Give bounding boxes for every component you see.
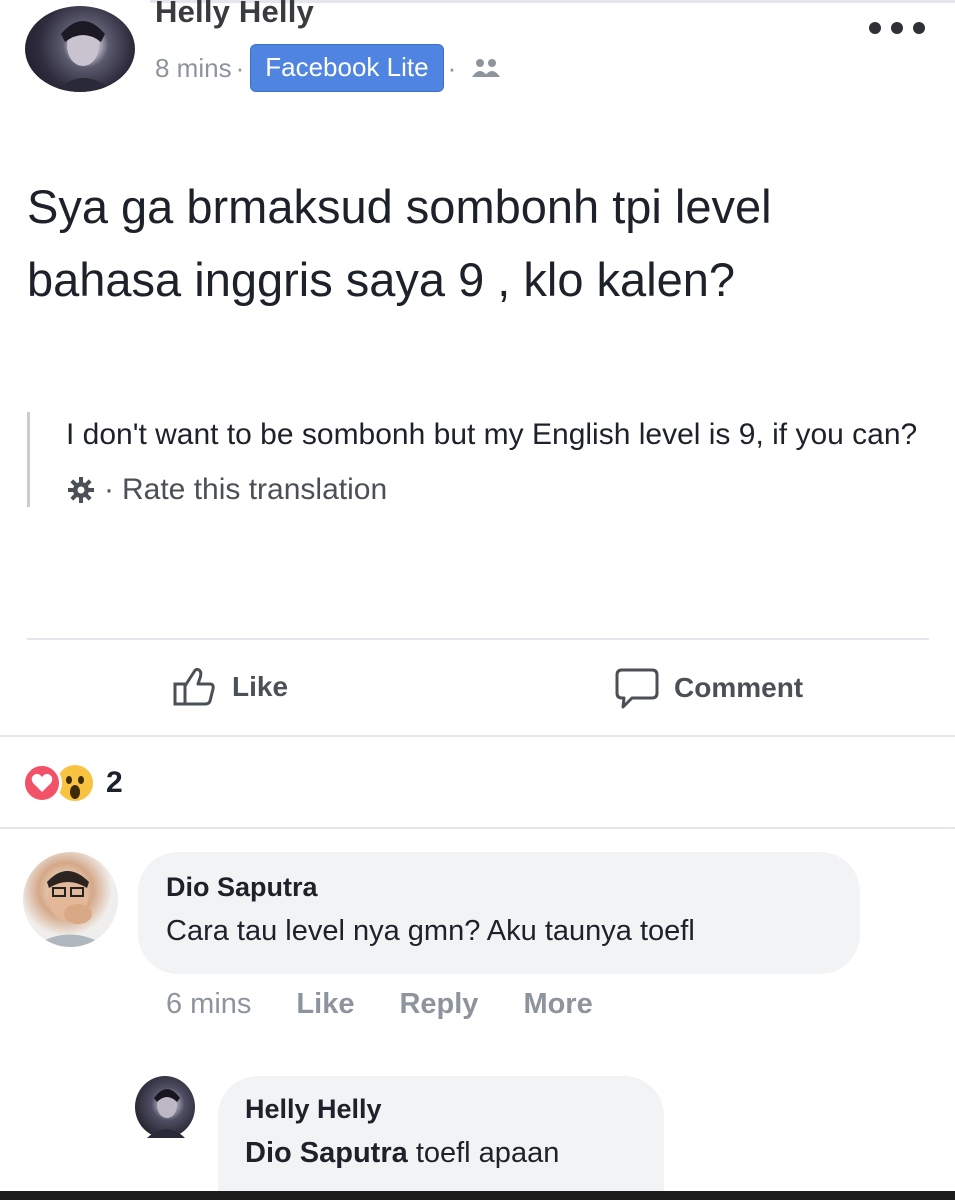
reply-text-line: Dio Saputra toefl apaan bbox=[245, 1137, 664, 1170]
reply-avatar[interactable] bbox=[135, 1076, 195, 1138]
like-label: Like bbox=[232, 671, 289, 702]
actions-top-divider bbox=[27, 638, 929, 640]
reply-bubble: Helly Helly Dio Saputra toefl apaan bbox=[218, 1076, 664, 1191]
actions-bottom-divider bbox=[0, 735, 955, 737]
reactions-summary[interactable]: 2 bbox=[22, 762, 123, 804]
post-text: Sya ga brmaksud sombonh tpi level bahasa… bbox=[27, 180, 772, 306]
reaction-count: 2 bbox=[106, 766, 123, 799]
comment-reply-button[interactable]: Reply bbox=[399, 988, 478, 1021]
gear-icon bbox=[68, 477, 94, 503]
comment-bubble: Dio Saputra Cara tau level nya gmn? Aku … bbox=[138, 852, 860, 974]
reply-text: toefl apaan bbox=[415, 1137, 560, 1169]
avatar-portrait-icon bbox=[33, 871, 108, 947]
author-avatar[interactable] bbox=[25, 6, 135, 92]
reply-author[interactable]: Helly Helly bbox=[245, 1094, 664, 1125]
avatar-portrait-icon bbox=[55, 21, 113, 92]
avatar-portrait-icon bbox=[147, 1089, 185, 1138]
comment-time[interactable]: 6 mins bbox=[166, 988, 251, 1021]
source-badge: Facebook Lite bbox=[250, 44, 444, 92]
comment-more-button[interactable]: More bbox=[523, 988, 592, 1021]
comment-meta: 6 mins Like Reply More bbox=[166, 988, 593, 1021]
post-time[interactable]: 8 mins bbox=[155, 53, 232, 84]
meta-separator: · bbox=[447, 52, 457, 83]
love-reaction-icon bbox=[22, 763, 62, 803]
translation-block: I don't want to be sombonh but my Englis… bbox=[27, 412, 927, 507]
post-meta: 8 mins · Facebook Lite · bbox=[155, 44, 502, 92]
rate-translation-label[interactable]: Rate this translation bbox=[122, 473, 387, 507]
meta-separator: · bbox=[235, 52, 245, 83]
comment-icon bbox=[615, 668, 659, 709]
rate-translation-link[interactable]: · Rate this translation bbox=[66, 473, 927, 507]
comments-divider bbox=[0, 827, 955, 829]
comment-text: Cara tau level nya gmn? Aku taunya toefl bbox=[166, 915, 695, 947]
like-button[interactable]: Like bbox=[172, 666, 288, 708]
thumbs-up-icon bbox=[173, 667, 215, 706]
more-options-icon[interactable] bbox=[869, 18, 925, 38]
bottom-frame-edge bbox=[0, 1191, 955, 1200]
post-author-name[interactable]: Helly Helly bbox=[155, 0, 314, 30]
commenter-avatar[interactable] bbox=[23, 852, 118, 947]
comment-button[interactable]: Comment bbox=[614, 666, 803, 710]
comment-label: Comment bbox=[674, 672, 804, 703]
comment-author[interactable]: Dio Saputra bbox=[166, 872, 860, 903]
translation-text: I don't want to be sombonh but my Englis… bbox=[66, 418, 918, 451]
reply-mention[interactable]: Dio Saputra bbox=[245, 1137, 408, 1169]
rate-separator: · bbox=[104, 473, 114, 506]
friends-audience-icon[interactable] bbox=[470, 57, 502, 79]
comment-like-button[interactable]: Like bbox=[296, 988, 354, 1021]
